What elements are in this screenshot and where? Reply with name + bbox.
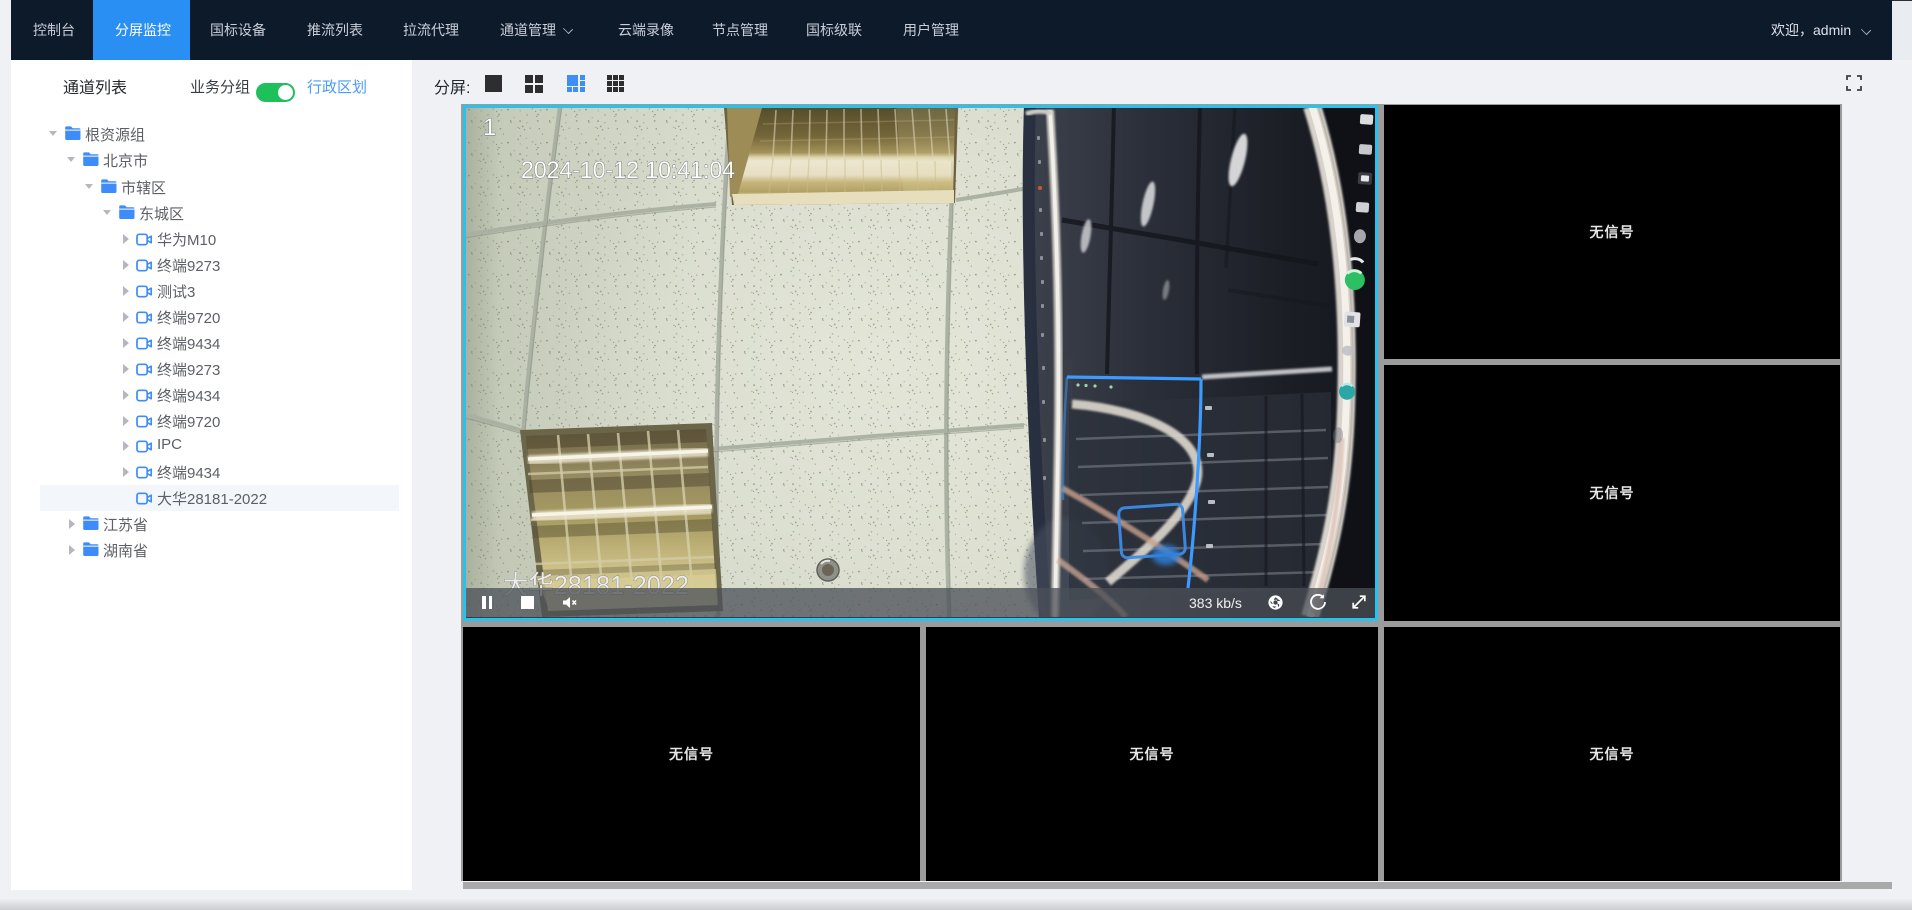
svg-text:1: 1 [483,114,496,141]
svg-text:2024-10-12 10:41:04: 2024-10-12 10:41:04 [521,157,735,184]
